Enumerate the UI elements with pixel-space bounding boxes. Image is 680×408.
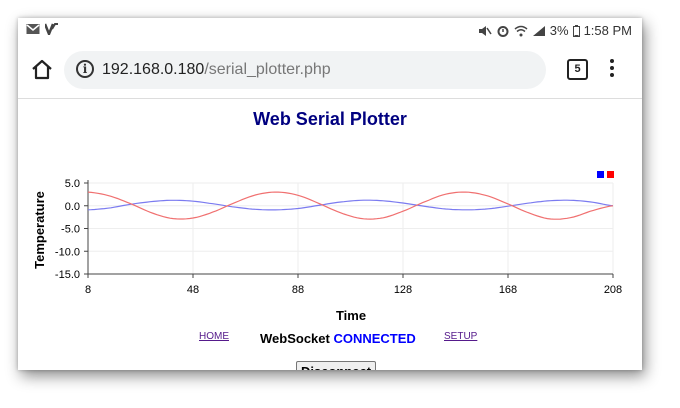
legend-swatch-red: [607, 171, 614, 178]
alarm-icon: [497, 25, 509, 37]
url-host: 192.168.0.180: [102, 61, 205, 78]
info-icon[interactable]: i: [76, 60, 94, 78]
setup-link[interactable]: SETUP: [444, 331, 477, 342]
y-axis-label: Temperature: [32, 191, 47, 269]
page-content: Web Serial Plotter Temperature Time 5.0 0…: [18, 99, 642, 370]
status-bar: 3% 1:58 PM: [18, 18, 642, 44]
websocket-status: WebSocket CONNECTED: [260, 331, 416, 346]
x-axis-label: Time: [336, 308, 366, 323]
tab-switcher-button[interactable]: 5: [567, 59, 588, 80]
websocket-state: CONNECTED: [333, 331, 416, 346]
y-tick-label: 5.0: [65, 178, 80, 190]
overflow-menu-icon[interactable]: [608, 59, 616, 81]
websocket-label: WebSocket: [260, 331, 330, 346]
phone-screen: 3% 1:58 PM i 192.168.0.180/serial_plotte…: [18, 18, 642, 370]
address-bar[interactable]: i 192.168.0.180/serial_plotter.php: [64, 51, 546, 89]
mute-icon: [478, 25, 492, 36]
x-tick-label: 168: [499, 284, 517, 296]
clock-time: 1:58 PM: [583, 23, 632, 38]
wifi-icon: [514, 25, 528, 36]
battery-icon: [572, 24, 580, 37]
y-tick-label: -5.0: [61, 224, 80, 236]
y-tick-label: 0.0: [65, 201, 80, 213]
x-tick-label: 208: [604, 284, 622, 296]
x-tick-label: 48: [187, 284, 199, 296]
y-tick-label: -15.0: [55, 269, 80, 281]
home-icon[interactable]: [30, 58, 54, 82]
v-app-icon: [45, 23, 58, 35]
x-tick-label: 8: [85, 284, 91, 296]
series-line-0: [87, 199, 614, 211]
url-path: /serial_plotter.php: [204, 61, 331, 78]
gmail-icon: [26, 24, 40, 34]
home-link[interactable]: HOME: [199, 331, 229, 342]
y-tick-label: -10.0: [55, 246, 80, 258]
url-text[interactable]: 192.168.0.180/serial_plotter.php: [102, 61, 331, 79]
legend-swatch-blue: [597, 171, 604, 178]
browser-toolbar: i 192.168.0.180/serial_plotter.php 5: [18, 44, 642, 99]
battery-percent: 3%: [549, 23, 569, 38]
temperature-chart: Temperature Time 5.0 0.0 -5.0 -10.0 -15.0 8 48…: [32, 171, 622, 323]
disconnect-button[interactable]: Disconnect: [296, 361, 376, 370]
x-tick-label: 88: [292, 284, 304, 296]
x-tick-label: 128: [394, 284, 412, 296]
signal-icon: [532, 25, 545, 36]
